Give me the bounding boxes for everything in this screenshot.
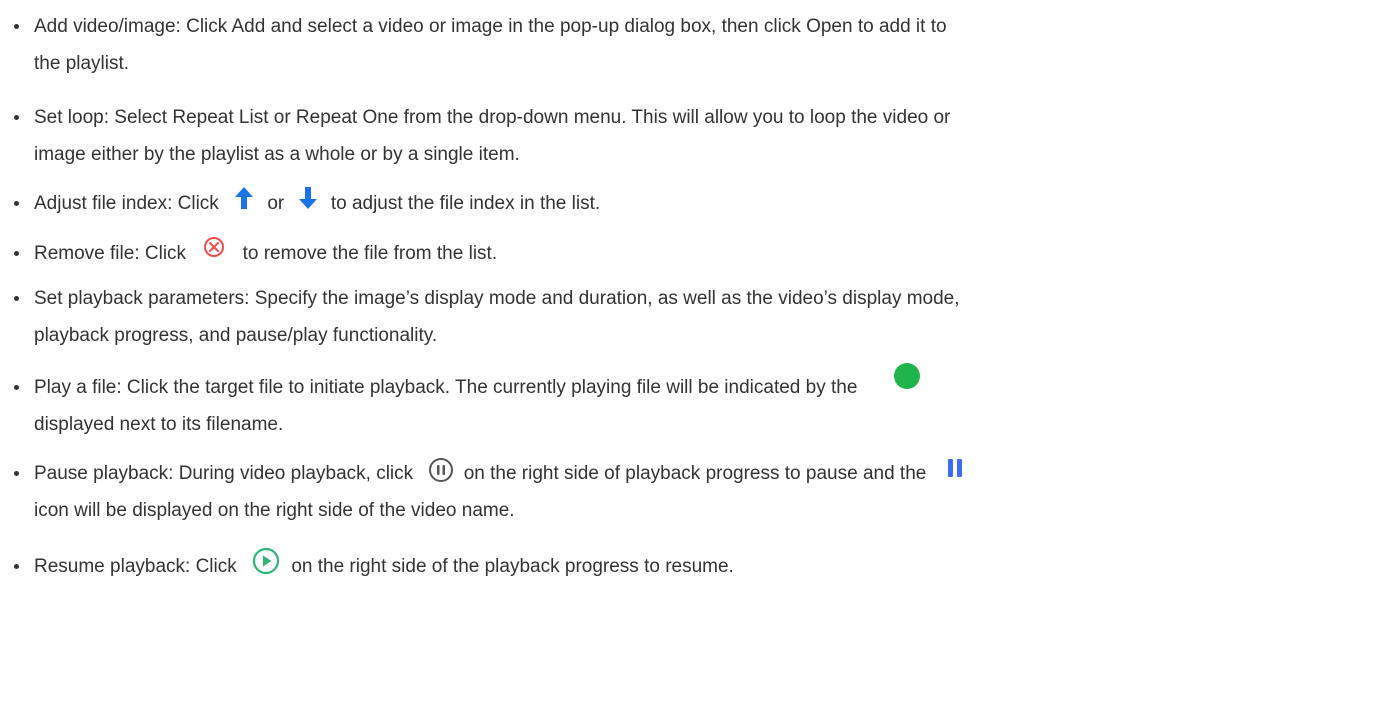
list-item-playback-params: Set playback parameters: Specify the ima… [14,280,1359,354]
item-text: Play a file: Click the target file to in… [34,377,858,398]
list-item-play-file: Play a file: Click the target file to in… [14,362,1359,443]
bullet [14,471,19,476]
item-text: on the right side of the playback progre… [291,556,734,577]
bullet [14,24,19,29]
remove-circle-icon [203,236,225,258]
item-text: to remove the file from the list. [242,243,498,264]
bullet [14,564,19,569]
list-item-pause: Pause playback: During video playback, c… [14,455,1359,529]
item-text: or [267,193,285,214]
item-text-line-2: image either by the playlist as a whole … [34,144,520,165]
item-text: Remove file: Click [34,243,187,264]
item-text-line-2: displayed next to its filename. [34,414,284,435]
arrow-down-icon [298,186,318,210]
bullet [14,251,19,256]
item-text: Resume playback: Click [34,556,237,577]
item-text: Adjust file index: Click [34,193,219,214]
bullet [14,201,19,206]
play-circle-icon [252,547,280,575]
pause-circle-icon [428,457,454,483]
item-text-line-1: Set playback parameters: Specify the ima… [34,288,960,309]
bullet [14,115,19,120]
item-text-line-2: icon will be displayed on the right side… [34,500,515,521]
item-text: to adjust the file index in the list. [330,193,601,214]
document: Add video/image: Click Add and select a … [0,0,1375,702]
item-text-line-1: Add video/image: Click Add and select a … [34,16,947,37]
bullet [14,296,19,301]
item-text-line-2: the playlist. [34,53,130,74]
pause-bars-icon [946,458,964,478]
list-item-loop: Set loop: Select Repeat List or Repeat O… [14,99,1359,173]
list-item-remove: Remove file: Click to remove the file fr… [14,235,1359,272]
item-text-line-2: playback progress, and pause/play functi… [34,325,438,346]
list-item-adjust-index: Adjust file index: Click or to adjust th… [14,185,1359,222]
list-item-resume: Resume playback: Click on the right side… [14,547,1359,585]
list-item-add: Add video/image: Click Add and select a … [14,8,1359,82]
item-text: on the right side of playback progress t… [463,463,927,484]
bullet [14,385,19,390]
item-text: Pause playback: During video playback, c… [34,463,414,484]
item-text-line-1: Set loop: Select Repeat List or Repeat O… [34,107,951,128]
arrow-up-icon [234,186,254,210]
playing-dot-icon [893,362,921,390]
